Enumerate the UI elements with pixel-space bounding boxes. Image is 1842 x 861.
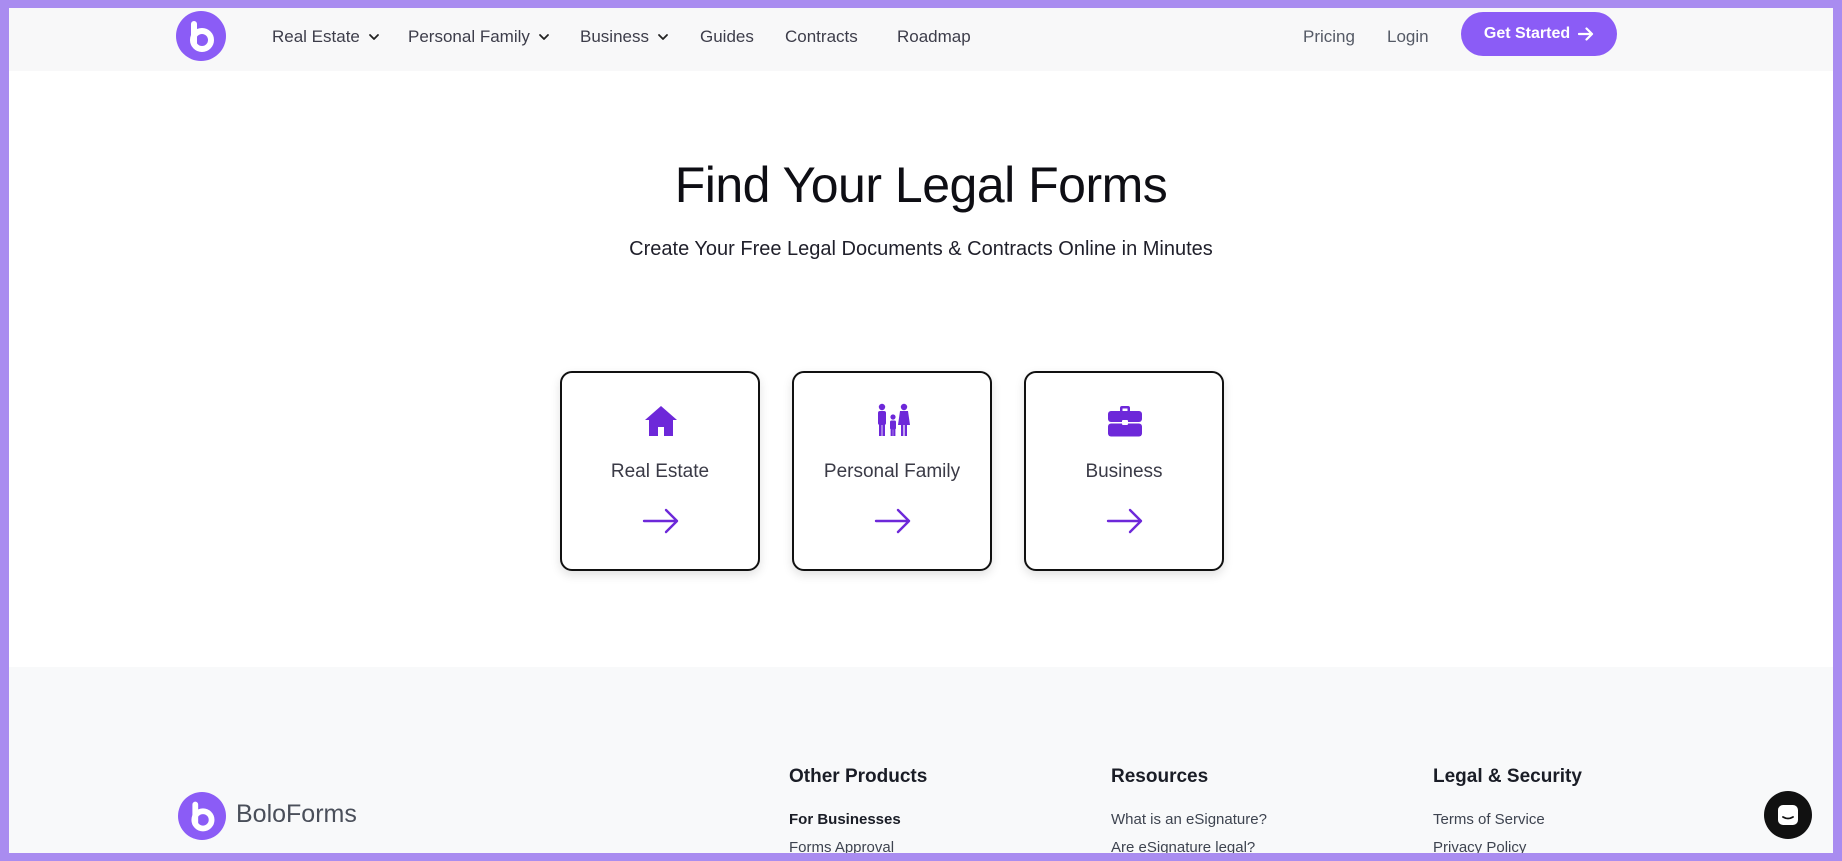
footer-link[interactable]: What is an eSignature? (1111, 811, 1267, 828)
footer-link[interactable]: Forms Approval (789, 839, 894, 853)
arrow-right-icon (642, 508, 679, 534)
nav-guides-label: Guides (700, 27, 754, 46)
nav-pricing[interactable]: Pricing (1303, 25, 1355, 49)
chevron-down-icon (658, 34, 668, 40)
category-card-business[interactable]: Business (1024, 371, 1224, 571)
nav-pricing-label: Pricing (1303, 27, 1355, 46)
footer-heading-resources: Resources (1111, 766, 1209, 787)
chat-launcher-button[interactable] (1764, 791, 1812, 839)
category-label: Business (1085, 461, 1163, 482)
footer-heading-legal-security: Legal & Security (1433, 766, 1582, 787)
category-card-personal-family[interactable]: Personal Family (792, 371, 992, 571)
logo-b-icon (190, 21, 214, 52)
category-card-real-estate[interactable]: Real Estate (560, 371, 760, 571)
footer: BoloForms Other Products For Businesses … (9, 667, 1833, 853)
nav-real-estate-label: Real Estate (272, 27, 360, 46)
nav-business[interactable]: Business (580, 25, 669, 49)
category-label: Real Estate (610, 461, 710, 482)
get-started-button[interactable]: Get Started (1461, 12, 1617, 56)
footer-heading-other-products: Other Products (789, 766, 928, 787)
arrow-right-icon (1106, 508, 1143, 534)
family-icon (878, 403, 910, 436)
house-icon (645, 406, 677, 436)
nav-roadmap[interactable]: Roadmap (897, 25, 971, 49)
nav-real-estate[interactable]: Real Estate (272, 25, 380, 49)
top-navbar: Real Estate Personal Family Business Gui… (9, 8, 1833, 71)
nav-login-label: Login (1387, 27, 1429, 46)
briefcase-icon (1108, 406, 1142, 437)
get-started-label: Get Started (1483, 25, 1571, 42)
boloforms-logo[interactable] (176, 11, 226, 61)
nav-login[interactable]: Login (1387, 25, 1429, 49)
nav-guides[interactable]: Guides (700, 25, 754, 49)
footer-logo[interactable] (178, 792, 226, 840)
footer-link[interactable]: Are eSignature legal? (1111, 839, 1255, 853)
logo-b-icon (191, 801, 215, 832)
nav-roadmap-label: Roadmap (897, 27, 971, 46)
nav-contracts-label: Contracts (785, 27, 858, 46)
nav-contracts[interactable]: Contracts (785, 25, 858, 49)
page-subtitle: Create Your Free Legal Documents & Contr… (629, 238, 1213, 260)
nav-personal-family-label: Personal Family (408, 27, 530, 46)
page-title: Find Your Legal Forms (674, 157, 1168, 213)
arrow-right-icon (1578, 27, 1594, 41)
footer-brand-name: BoloForms (236, 800, 357, 828)
nav-business-label: Business (580, 27, 649, 46)
nav-personal-family[interactable]: Personal Family (408, 25, 550, 49)
arrow-right-icon (874, 508, 911, 534)
page: Real Estate Personal Family Business Gui… (9, 8, 1833, 853)
footer-link[interactable]: Terms of Service (1433, 811, 1545, 828)
chat-icon (1778, 805, 1798, 825)
chevron-down-icon (538, 34, 549, 40)
chevron-down-icon (368, 34, 379, 40)
category-label: Personal Family (823, 461, 961, 482)
footer-link[interactable]: For Businesses (789, 811, 901, 828)
footer-link[interactable]: Privacy Policy (1433, 839, 1526, 853)
